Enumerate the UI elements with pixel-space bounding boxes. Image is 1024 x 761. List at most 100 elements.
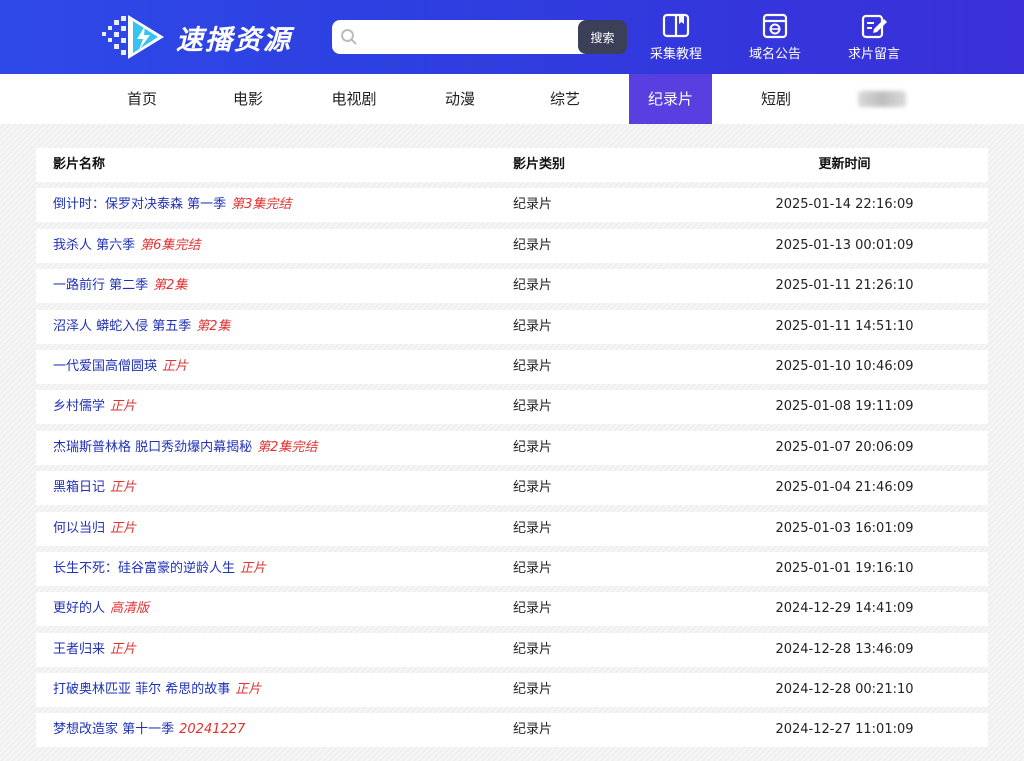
video-title-cell: 长生不死：硅谷富豪的逆龄人生 正片: [53, 552, 266, 586]
video-category: 纪录片: [513, 237, 553, 253]
episode-status: 高清版: [110, 601, 150, 617]
video-title-link[interactable]: 一路前行 第二季: [53, 278, 148, 293]
video-title-link[interactable]: 梦想改造家 第十一季: [53, 722, 174, 737]
video-title-link[interactable]: 沼泽人 蟒蛇入侵 第五季: [53, 319, 191, 334]
notice-icon: [762, 13, 788, 39]
update-time: 2025-01-08 19:11:09: [775, 399, 914, 415]
video-title-link[interactable]: 杰瑞斯普林格 脱口秀劲爆内幕揭秘: [53, 440, 252, 455]
table-header-row: 影片名称 影片类别 更新时间: [36, 148, 988, 182]
video-title-cell: 乡村儒学 正片: [53, 390, 136, 424]
nav-item-variety[interactable]: 综艺: [529, 74, 601, 124]
table-row: 杰瑞斯普林格 脱口秀劲爆内幕揭秘 第2集完结 纪录片 2025-01-07 20:06…: [36, 430, 988, 465]
video-title-cell: 倒计时：保罗对决泰森 第一季 第3集完结: [53, 188, 291, 222]
nav-item-home[interactable]: 首页: [106, 74, 178, 124]
video-category: 纪录片: [513, 439, 553, 455]
video-title-link[interactable]: 一代爱国高僧圆瑛: [53, 359, 157, 374]
episode-status: 正片: [240, 560, 267, 576]
header-link-label: 求片留言: [848, 47, 901, 62]
search-button[interactable]: 搜索: [578, 20, 627, 54]
video-category: 纪录片: [513, 560, 553, 576]
video-title-link[interactable]: 王者归来: [53, 642, 105, 657]
video-title-cell: 王者归来 正片: [53, 633, 136, 667]
video-category: 纪录片: [513, 197, 553, 213]
video-list-table: 影片名称 影片类别 更新时间 倒计时：保罗对决泰森 第一季 第3集完结 纪录片 202…: [36, 148, 988, 754]
header-link-tutorial[interactable]: 采集教程: [650, 12, 702, 62]
update-time: 2025-01-01 19:16:10: [775, 560, 914, 576]
episode-status: 正片: [110, 520, 137, 536]
update-time: 2025-01-13 00:01:09: [775, 237, 914, 253]
video-title-cell: 我杀人 第六季 第6集完结: [53, 229, 200, 263]
episode-status: 正片: [235, 682, 262, 698]
video-title-link[interactable]: 倒计时：保罗对决泰森 第一季: [53, 197, 226, 212]
update-time: 2025-01-11 21:26:10: [775, 278, 914, 294]
table-row: 长生不死：硅谷富豪的逆龄人生 正片 纪录片 2025-01-01 19:16:10: [36, 551, 988, 586]
video-category: 纪录片: [513, 641, 553, 657]
update-time: 2025-01-11 14:51:10: [775, 318, 914, 334]
update-time: 2025-01-14 22:16:09: [775, 197, 914, 213]
episode-status: 第2集完结: [257, 439, 318, 455]
update-time: 2024-12-27 11:01:09: [775, 722, 914, 738]
video-category: 纪录片: [513, 399, 553, 415]
video-title-link[interactable]: 黑箱日记: [53, 480, 105, 495]
play-logo-icon: [100, 12, 168, 62]
brand-name: 速播资源: [176, 24, 292, 56]
update-time: 2025-01-03 16:01:09: [775, 520, 914, 536]
episode-status: 20241227: [179, 722, 246, 738]
video-title-cell: 更好的人 高清版: [53, 592, 149, 626]
table-row: 更好的人 高清版 纪录片 2024-12-29 14:41:09: [36, 592, 988, 627]
update-time: 2025-01-10 10:46:09: [775, 358, 914, 374]
nav-item-anime[interactable]: 动漫: [424, 74, 496, 124]
video-title-cell: 何以当归 正片: [53, 512, 136, 546]
episode-status: 正片: [110, 399, 137, 415]
update-time: 2024-12-28 00:21:10: [775, 682, 914, 698]
table-row: 沼泽人 蟒蛇入侵 第五季 第2集 纪录片 2025-01-11 14:51:10: [36, 309, 988, 344]
video-title-link[interactable]: 何以当归: [53, 521, 105, 536]
episode-status: 第2集: [153, 278, 188, 294]
video-title-link[interactable]: 乡村儒学: [53, 399, 105, 414]
video-category: 纪录片: [513, 278, 553, 294]
header-link-label: 采集教程: [650, 47, 703, 62]
nav-item-tv[interactable]: 电视剧: [318, 74, 390, 124]
table-row: 一路前行 第二季 第2集 纪录片 2025-01-11 21:26:10: [36, 269, 988, 304]
search-icon: [341, 29, 357, 45]
video-category: 纪录片: [513, 722, 553, 738]
edit-icon: [861, 14, 887, 39]
video-title-cell: 一路前行 第二季 第2集: [53, 269, 187, 303]
header-link-notice[interactable]: 域名公告: [749, 12, 801, 62]
video-category: 纪录片: [513, 682, 553, 698]
video-title-link[interactable]: 我杀人 第六季: [53, 238, 135, 253]
header-link-request[interactable]: 求片留言: [848, 12, 900, 62]
episode-status: 正片: [110, 480, 137, 496]
video-title-cell: 梦想改造家 第十一季 20241227: [53, 713, 245, 747]
table-row: 我杀人 第六季 第6集完结 纪录片 2025-01-13 00:01:09: [36, 228, 988, 263]
search-input[interactable]: [332, 20, 592, 54]
site-header: 速播资源 搜索 采集教程 域名公告 求片留言: [0, 0, 1024, 74]
episode-status: 正片: [110, 641, 137, 657]
table-row: 倒计时：保罗对决泰森 第一季 第3集完结 纪录片 2025-01-14 22:16:0…: [36, 188, 988, 223]
site-logo[interactable]: 速播资源: [100, 12, 292, 62]
search-bar: 搜索: [332, 20, 627, 54]
blurred-nav-item: [858, 91, 906, 107]
table-row: 乡村儒学 正片 纪录片 2025-01-08 19:11:09: [36, 390, 988, 425]
table-row: 黑箱日记 正片 纪录片 2025-01-04 21:46:09: [36, 471, 988, 506]
nav-item-short-drama[interactable]: 短剧: [740, 74, 812, 124]
video-title-link[interactable]: 打破奥林匹亚 菲尔 希思的故事: [53, 682, 230, 697]
video-category: 纪录片: [513, 601, 553, 617]
video-title-link[interactable]: 更好的人: [53, 601, 105, 616]
table-row: 一代爱国高僧圆瑛 正片 纪录片 2025-01-10 10:46:09: [36, 349, 988, 384]
nav-item-documentary[interactable]: 纪录片: [629, 74, 712, 124]
table-row: 王者归来 正片 纪录片 2024-12-28 13:46:09: [36, 632, 988, 667]
episode-status: 第3集完结: [231, 197, 292, 213]
video-category: 纪录片: [513, 358, 553, 374]
video-title-cell: 沼泽人 蟒蛇入侵 第五季 第2集: [53, 310, 231, 344]
book-icon: [662, 13, 690, 38]
episode-status: 第2集: [196, 318, 231, 334]
update-time: 2025-01-07 20:06:09: [775, 439, 914, 455]
update-time: 2024-12-29 14:41:09: [775, 601, 914, 617]
update-time: 2024-12-28 13:46:09: [775, 641, 914, 657]
episode-status: 第6集完结: [140, 237, 201, 253]
nav-item-movies[interactable]: 电影: [212, 74, 284, 124]
video-title-link[interactable]: 长生不死：硅谷富豪的逆龄人生: [53, 561, 235, 576]
header-link-label: 域名公告: [749, 47, 802, 62]
episode-status: 正片: [162, 358, 189, 374]
